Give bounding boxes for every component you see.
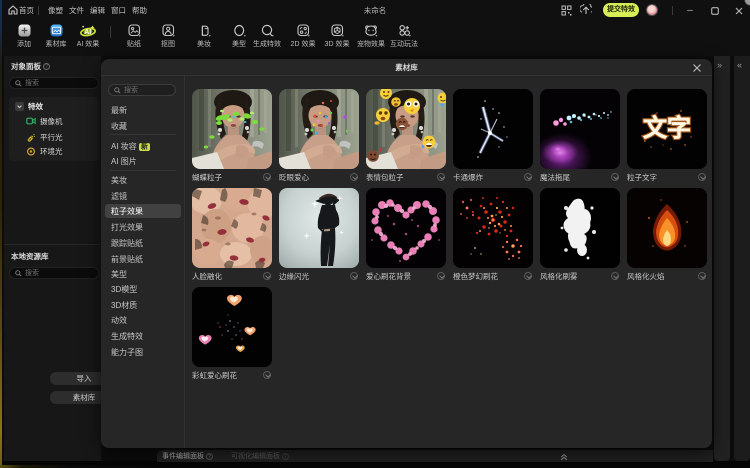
svg-text:AI: AI xyxy=(84,29,91,36)
svg-text:文字: 文字 xyxy=(643,114,691,142)
